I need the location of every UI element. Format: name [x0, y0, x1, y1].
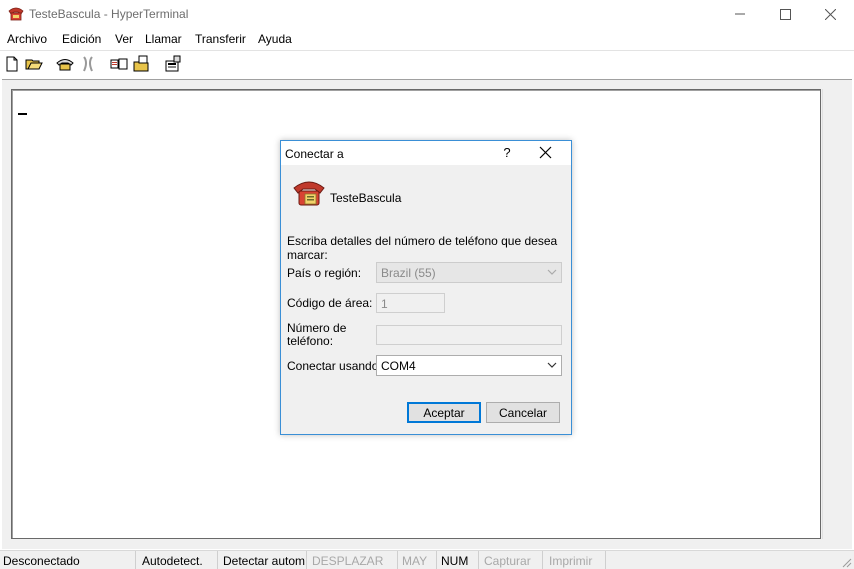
- chevron-down-icon: [547, 362, 557, 368]
- close-icon: [824, 8, 836, 20]
- vertical-scrollbar[interactable]: [822, 89, 840, 539]
- resize-grip-icon[interactable]: [840, 556, 852, 568]
- country-select: Brazil (55): [376, 262, 562, 283]
- menu-edicion[interactable]: Edición: [62, 32, 101, 46]
- menu-ver[interactable]: Ver: [115, 32, 133, 46]
- hyperterminal-phone-icon: [8, 7, 24, 21]
- num-indicator: NUM: [437, 551, 479, 569]
- close-button[interactable]: [807, 0, 853, 28]
- detect-status: Detectar autom: [219, 551, 307, 569]
- capture-indicator: Capturar: [480, 551, 543, 569]
- maximize-icon: [779, 8, 791, 20]
- receive-file-icon: [133, 55, 149, 72]
- open-button[interactable]: [24, 54, 44, 74]
- minimize-icon: [735, 13, 745, 15]
- dialog-title: Conectar a: [285, 147, 344, 161]
- cancel-button[interactable]: Cancelar: [486, 402, 560, 423]
- phone-number-field: [376, 325, 562, 345]
- open-folder-icon: [25, 59, 43, 70]
- disconnect-icon: [83, 56, 93, 72]
- area-code-field: 1: [376, 293, 445, 313]
- call-icon: [56, 59, 74, 71]
- menu-llamar[interactable]: Llamar: [145, 32, 182, 46]
- phone-label-line2: teléfono:: [287, 334, 334, 348]
- menu-transferir[interactable]: Transferir: [195, 32, 246, 46]
- dialog-title-bar[interactable]: Conectar a ?: [281, 141, 571, 165]
- caps-indicator: MAY: [398, 551, 437, 569]
- country-value: Brazil (55): [381, 266, 436, 280]
- ok-button[interactable]: Aceptar: [407, 402, 481, 423]
- receive-button[interactable]: [132, 54, 152, 74]
- menu-bar: Archivo Edición Ver Llamar Transferir Ay…: [0, 29, 854, 49]
- help-button[interactable]: ?: [499, 145, 515, 160]
- maximize-button[interactable]: [762, 0, 808, 28]
- menu-archivo[interactable]: Archivo: [7, 32, 47, 46]
- menu-ayuda[interactable]: Ayuda: [258, 32, 292, 46]
- country-label: País o región:: [287, 266, 362, 280]
- text-cursor: [18, 113, 27, 115]
- connect-using-select[interactable]: COM4: [376, 355, 562, 376]
- autodetect-status: Autodetect.: [138, 551, 218, 569]
- instructions-text: Escriba detalles del número de teléfono …: [287, 234, 558, 262]
- phone-icon: [293, 181, 325, 206]
- connection-status: Desconectado: [0, 551, 136, 569]
- new-button[interactable]: [2, 54, 22, 74]
- connection-name: TesteBascula: [330, 191, 402, 205]
- minimize-button[interactable]: [717, 0, 763, 28]
- properties-button[interactable]: [163, 54, 183, 74]
- area-code-label: Código de área:: [287, 296, 373, 310]
- close-icon: [539, 146, 552, 159]
- connect-dialog: Conectar a ? TesteBascula Escriba detall…: [280, 140, 572, 435]
- properties-icon: [165, 55, 181, 72]
- disconnect-button[interactable]: [78, 54, 98, 74]
- area-code-value: 1: [381, 297, 388, 311]
- window-title: TesteBascula - HyperTerminal: [29, 7, 189, 21]
- new-file-icon: [6, 56, 18, 72]
- dialog-close-button[interactable]: [539, 146, 555, 162]
- send-button[interactable]: [109, 54, 129, 74]
- scroll-indicator: DESPLAZAR: [308, 551, 398, 569]
- toolbar: [0, 50, 854, 76]
- chevron-down-icon: [547, 269, 557, 275]
- status-bar: Desconectado Autodetect. Detectar autom …: [0, 550, 854, 569]
- connect-using-value: COM4: [381, 359, 416, 373]
- send-file-icon: [110, 58, 128, 70]
- print-indicator: Imprimir: [544, 551, 606, 569]
- call-button[interactable]: [55, 54, 75, 74]
- title-bar[interactable]: TesteBascula - HyperTerminal: [0, 0, 854, 28]
- connect-using-label: Conectar usando:: [287, 359, 382, 373]
